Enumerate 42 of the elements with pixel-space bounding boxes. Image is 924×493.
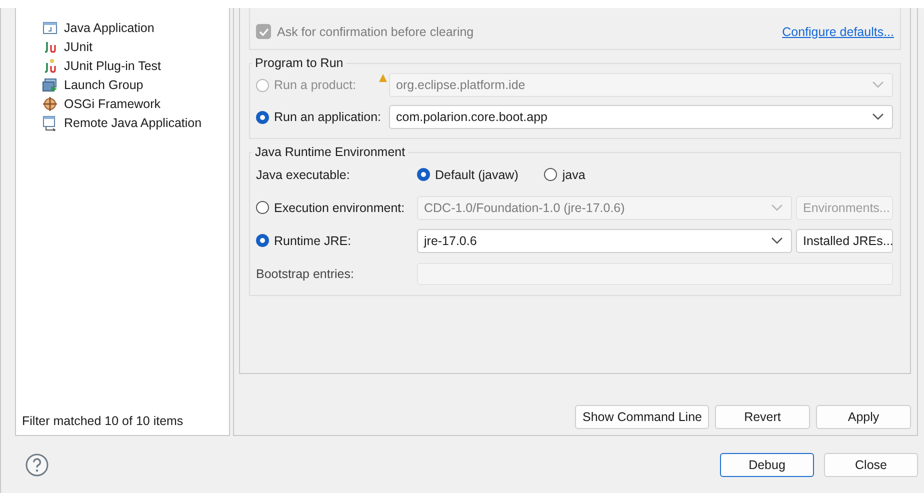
side-button[interactable]: Installed JREs... — [796, 228, 893, 252]
option-label: Run a product: — [274, 78, 356, 92]
junit-plugin-icon — [42, 58, 58, 74]
remote-app-icon — [42, 114, 58, 130]
group-title: Program to Run — [254, 56, 344, 70]
field-label: Java executable: — [256, 168, 351, 182]
tree-item[interactable]: JUnit — [42, 37, 229, 56]
window-icon — [42, 20, 58, 36]
radio-button[interactable] — [544, 168, 558, 181]
osgi-icon — [42, 96, 58, 112]
radio-button[interactable] — [256, 201, 269, 214]
chevron-down-icon — [771, 204, 783, 212]
launch-group-icon — [42, 76, 58, 92]
dialog-button[interactable]: Debug — [720, 452, 814, 476]
tab-button[interactable]: Show Command Line — [575, 405, 709, 429]
dropdown-field[interactable]: jre-17.0.6 — [417, 228, 792, 252]
field-label: Bootstrap entries: — [256, 266, 355, 280]
tree-item[interactable]: Launch Group — [42, 75, 229, 94]
option-label: java — [562, 168, 586, 182]
radio-button[interactable] — [256, 110, 269, 124]
filter-status: Filter matched 10 of 10 items — [21, 414, 184, 430]
tree-item[interactable]: OSGi Framework — [42, 94, 229, 113]
configure-defaults-link[interactable]: Configure defaults... — [782, 24, 894, 38]
radio-button[interactable] — [417, 168, 430, 181]
group-title: Java Runtime Environment — [254, 145, 406, 159]
tab-button[interactable]: Apply — [816, 405, 911, 429]
radio-button[interactable] — [256, 234, 269, 247]
check-icon — [258, 28, 268, 36]
tree-item[interactable]: JUnit Plug-in Test — [42, 56, 229, 75]
help-icon[interactable] — [25, 452, 49, 476]
tree-item[interactable]: Remote Java Application — [42, 113, 229, 132]
option-label: Execution environment: — [274, 200, 405, 214]
tab-button[interactable]: Revert — [715, 405, 810, 429]
tree-item[interactable]: Java Application — [42, 18, 229, 37]
option-label: Default (javaw) — [435, 168, 518, 182]
dialog-button[interactable]: Close — [824, 452, 918, 476]
option-label: Run an application: — [274, 110, 382, 124]
chevron-down-icon — [872, 81, 884, 89]
option-label: Runtime JRE: — [274, 234, 352, 248]
chevron-down-icon — [872, 113, 884, 121]
chevron-down-icon — [771, 236, 783, 244]
dropdown-field[interactable]: com.polarion.core.boot.app — [389, 105, 893, 129]
